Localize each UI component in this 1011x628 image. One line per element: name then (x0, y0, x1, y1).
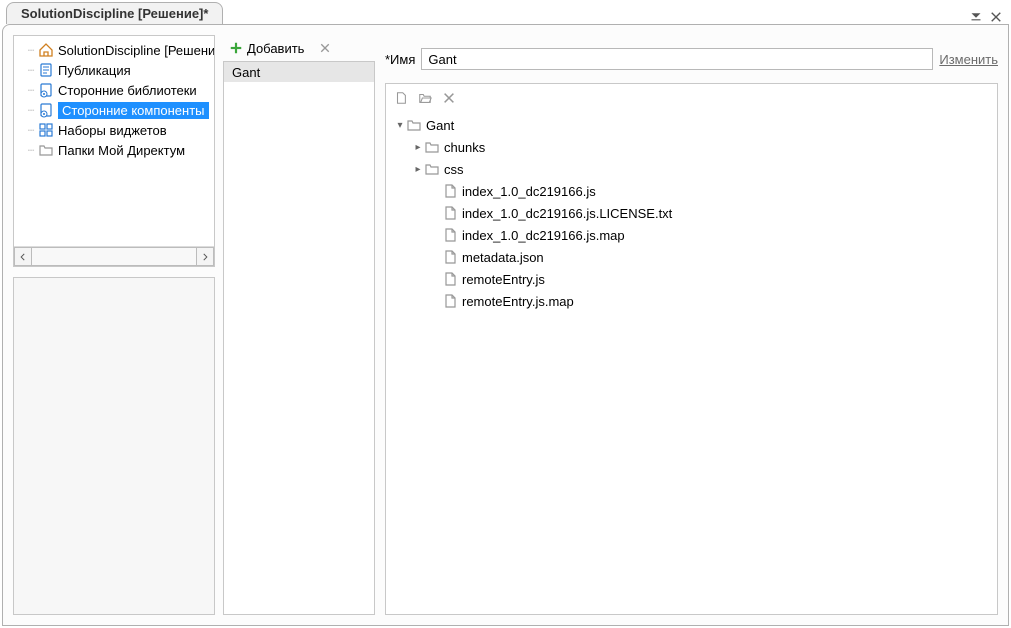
file-icon (442, 293, 458, 309)
file-node[interactable]: index_1.0_dc219166.js.LICENSE.txt (394, 202, 997, 224)
file-node[interactable]: remoteEntry.js.map (394, 290, 997, 312)
widgets-icon (38, 122, 54, 138)
file-panel: ▾Gant▸chunks▸cssindex_1.0_dc219166.jsind… (385, 83, 998, 615)
close-icon[interactable] (989, 10, 1003, 24)
delete-file-icon[interactable] (442, 91, 456, 105)
nav-tree-item[interactable]: ┄ Наборы виджетов (20, 120, 214, 140)
folder-icon (38, 142, 54, 158)
nav-tree-label: Папки Мой Директум (58, 143, 185, 158)
nav-tree-scrollbar (14, 246, 214, 266)
folder-node[interactable]: ▸ css (394, 158, 997, 180)
file-toolbar (386, 84, 997, 112)
node-label: remoteEntry.js.map (462, 294, 574, 309)
new-file-icon[interactable] (394, 91, 408, 105)
gear-doc-icon (38, 82, 54, 98)
tree-connector: ┄ (24, 144, 38, 157)
nav-tree-label: Сторонние компоненты (58, 102, 209, 119)
file-node[interactable]: index_1.0_dc219166.js (394, 180, 997, 202)
node-label: index_1.0_dc219166.js.LICENSE.txt (462, 206, 672, 221)
middle-toolbar: Добавить (223, 35, 375, 61)
minimize-icon[interactable] (969, 10, 983, 24)
tree-connector: ┄ (24, 44, 38, 57)
open-folder-icon[interactable] (418, 91, 432, 105)
name-input[interactable] (421, 48, 933, 70)
expander-icon[interactable]: ▾ (394, 120, 406, 131)
nav-tree-item[interactable]: ┄ Сторонние библиотеки (20, 80, 214, 100)
right-column: *Имя Изменить ▾Gant▸chunks▸cssindex_1.0_… (385, 35, 998, 615)
tree-connector: ┄ (24, 124, 38, 137)
file-node[interactable]: remoteEntry.js (394, 268, 997, 290)
file-icon (442, 249, 458, 265)
plus-icon (229, 41, 243, 55)
change-link[interactable]: Изменить (939, 52, 998, 67)
nav-tree[interactable]: ┄ SolutionDiscipline [Решение] ┄ Публикация… (14, 36, 214, 246)
file-node[interactable]: metadata.json (394, 246, 997, 268)
node-label: remoteEntry.js (462, 272, 545, 287)
delete-button[interactable] (314, 39, 336, 57)
x-icon (318, 41, 332, 55)
add-button[interactable]: Добавить (225, 39, 308, 58)
middle-column: Добавить Gant (223, 35, 375, 615)
expander-icon[interactable]: ▸ (412, 142, 424, 153)
scroll-left-button[interactable] (14, 247, 32, 266)
main-frame: ┄ SolutionDiscipline [Решение] ┄ Публикация… (2, 24, 1009, 626)
list-item[interactable]: Gant (224, 62, 374, 82)
folder-node[interactable]: ▾ Gant (394, 114, 997, 136)
nav-tree-item[interactable]: ┄ Папки Мой Директум (20, 140, 214, 160)
scroll-right-button[interactable] (196, 247, 214, 266)
tree-connector: ┄ (24, 64, 38, 77)
node-label: metadata.json (462, 250, 544, 265)
name-form-row: *Имя Изменить (385, 35, 998, 83)
file-tree[interactable]: ▾Gant▸chunks▸cssindex_1.0_dc219166.jsind… (386, 112, 997, 614)
home-icon (38, 42, 54, 58)
expander-icon[interactable]: ▸ (412, 164, 424, 175)
nav-tree-item[interactable]: ┄ SolutionDiscipline [Решение] (20, 40, 214, 60)
file-icon (442, 271, 458, 287)
nav-tree-label: Публикация (58, 63, 131, 78)
file-icon (442, 183, 458, 199)
node-label: index_1.0_dc219166.js (462, 184, 596, 199)
file-node[interactable]: index_1.0_dc219166.js.map (394, 224, 997, 246)
nav-tree-panel: ┄ SolutionDiscipline [Решение] ┄ Публикация… (13, 35, 215, 267)
gear-doc-icon (38, 102, 54, 118)
list-item-label: Gant (232, 65, 260, 80)
node-label: chunks (444, 140, 485, 155)
folder-icon (406, 117, 422, 133)
file-icon (442, 227, 458, 243)
node-label: css (444, 162, 464, 177)
folder-icon (424, 139, 440, 155)
tree-connector: ┄ (24, 104, 38, 117)
components-list[interactable]: Gant (223, 61, 375, 615)
folder-node[interactable]: ▸ chunks (394, 136, 997, 158)
tree-connector: ┄ (24, 84, 38, 97)
folder-icon (424, 161, 440, 177)
nav-tree-label: SolutionDiscipline [Решение] (58, 43, 214, 58)
scroll-track[interactable] (32, 247, 196, 266)
left-column: ┄ SolutionDiscipline [Решение] ┄ Публикация… (13, 35, 215, 615)
window-title: SolutionDiscipline [Решение]* (21, 6, 208, 21)
nav-tree-item[interactable]: ┄ Публикация (20, 60, 214, 80)
window-titlebar: SolutionDiscipline [Решение]* (0, 0, 1011, 24)
nav-tree-label: Сторонние библиотеки (58, 83, 197, 98)
node-label: Gant (426, 118, 454, 133)
node-label: index_1.0_dc219166.js.map (462, 228, 625, 243)
doc-blue-icon (38, 62, 54, 78)
name-label: *Имя (385, 52, 415, 67)
window-tab[interactable]: SolutionDiscipline [Решение]* (6, 2, 223, 24)
nav-tree-item[interactable]: ┄ Сторонние компоненты (20, 100, 214, 120)
nav-tree-label: Наборы виджетов (58, 123, 167, 138)
add-button-label: Добавить (247, 41, 304, 56)
preview-panel (13, 277, 215, 615)
file-icon (442, 205, 458, 221)
